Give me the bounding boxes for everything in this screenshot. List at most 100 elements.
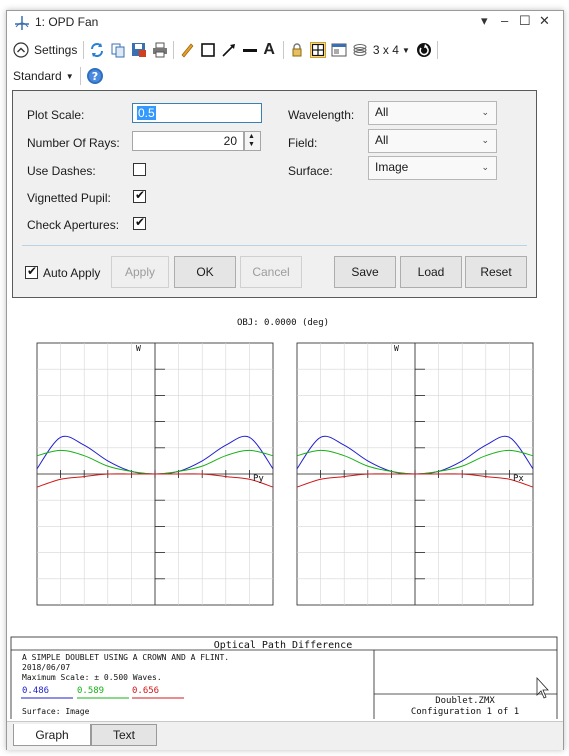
settings-label: Settings: [34, 43, 78, 57]
plot-left: [36, 342, 274, 606]
chevron-up-circle-icon: [13, 42, 29, 58]
settings-panel: Plot Scale: 0.5 Number Of Rays: 20 ▲ ▼ U…: [12, 90, 537, 298]
copy-icon[interactable]: [110, 42, 126, 58]
settings-button[interactable]: Settings: [13, 40, 77, 60]
plot-scale-label: Plot Scale:: [27, 108, 85, 122]
toolbar-separator: [83, 41, 85, 59]
toolbar-separator: [282, 41, 284, 59]
num-rays-value: 20: [223, 134, 237, 148]
info-line-3: Maximum Scale: ± 0.500 Waves.: [22, 673, 162, 682]
graph-area: OBJ: 0.0000 (deg) W W Py Px Optical Path…: [7, 299, 563, 722]
power-refresh-icon[interactable]: [416, 42, 432, 58]
info-line-1: A SIMPLE DOUBLET USING A CROWN AND A FLI…: [22, 653, 229, 662]
toolbar-row-1: Settings A 3 x 4 ▼: [13, 39, 443, 61]
toolbar-row-2: Standard ▼ ?: [13, 65, 109, 87]
wavelength-3: 0.656: [132, 686, 159, 696]
crosshair-app-icon: [15, 16, 29, 30]
stepper-down-icon[interactable]: ▼: [248, 141, 255, 148]
layers-icon[interactable]: [352, 42, 368, 58]
text-tool-icon[interactable]: A: [263, 40, 275, 60]
close-button[interactable]: ✕: [539, 13, 550, 29]
info-box: Optical Path Difference A SIMPLE DOUBLET…: [10, 636, 558, 722]
pencil-icon[interactable]: [179, 42, 195, 58]
crosshair-grid-icon[interactable]: [309, 42, 326, 58]
num-rays-input[interactable]: 20: [132, 131, 244, 151]
check-apertures-label: Check Apertures:: [27, 218, 120, 232]
save-button[interactable]: Save: [334, 256, 396, 288]
load-button[interactable]: Load: [400, 256, 462, 288]
wavelength-label: Wavelength:: [288, 108, 355, 122]
plot-right: [296, 342, 534, 606]
wavelength-2: 0.589: [77, 686, 104, 696]
num-rays-stepper[interactable]: ▲ ▼: [244, 131, 261, 151]
wavelength-select[interactable]: All ⌄: [368, 101, 497, 125]
chevron-down-icon: ⌄: [481, 107, 489, 117]
ok-button[interactable]: OK: [174, 256, 236, 288]
plot-scale-value: 0.5: [137, 106, 156, 120]
checkmark-icon: ✔: [27, 264, 38, 278]
layout-dropdown[interactable]: 3 x 4 ▼: [373, 40, 410, 60]
opd-fan-plot: OBJ: 0.0000 (deg) W W Py Px Optical Path…: [10, 318, 558, 722]
minimize-button[interactable]: –: [501, 13, 508, 28]
reset-button[interactable]: Reset: [465, 256, 527, 288]
line-tool-icon[interactable]: [242, 42, 258, 58]
right-axis-label: W: [394, 344, 399, 353]
window-layout-icon[interactable]: [331, 42, 347, 58]
refresh-icon[interactable]: [89, 42, 105, 58]
chevron-down-icon: ▼: [65, 71, 74, 81]
wavelength-1: 0.486: [22, 686, 49, 696]
save-image-icon[interactable]: [131, 42, 147, 58]
tab-text[interactable]: Text: [91, 724, 157, 746]
check-apertures-checkbox[interactable]: ✔: [133, 215, 146, 230]
vignetted-pupil-label: Vignetted Pupil:: [27, 191, 111, 205]
lock-icon[interactable]: [289, 42, 305, 58]
arrow-tool-icon[interactable]: [221, 42, 237, 58]
toolbar-separator: [79, 67, 81, 85]
toolbar-separator: [436, 41, 438, 59]
help-icon[interactable]: ?: [86, 67, 104, 85]
toolbar-separator: [173, 41, 175, 59]
cancel-button[interactable]: Cancel: [240, 256, 302, 288]
wavelength-value: All: [375, 105, 389, 119]
plot-scale-input[interactable]: 0.5: [132, 103, 262, 123]
num-rays-label: Number Of Rays:: [27, 136, 120, 150]
info-config: Configuration 1 of 1: [411, 707, 519, 717]
view-tabs: Graph Text: [7, 721, 563, 750]
field-select[interactable]: All ⌄: [368, 129, 497, 153]
surface-label: Surface:: [288, 164, 333, 178]
maximize-button[interactable]: ☐: [519, 13, 531, 29]
left-x-label: Py: [253, 474, 264, 484]
window-title: 1: OPD Fan: [35, 15, 99, 29]
chevron-down-icon: ▼: [401, 45, 410, 55]
field-value: All: [375, 133, 389, 147]
info-file: Doublet.ZMX: [435, 696, 495, 706]
surface-value: Image: [375, 160, 409, 174]
opd-fan-window: 1: OPD Fan ▾ – ☐ ✕ Settings A 3 x 4 ▼ St…: [6, 10, 564, 750]
layout-label: 3 x 4: [372, 43, 399, 57]
auto-apply-label[interactable]: Auto Apply: [43, 266, 100, 280]
apply-button[interactable]: Apply: [111, 256, 169, 288]
rectangle-tool-icon[interactable]: [200, 42, 216, 58]
vignetted-pupil-checkbox[interactable]: ✔: [133, 188, 146, 203]
panel-divider: [22, 245, 527, 246]
standard-dropdown[interactable]: Standard ▼: [13, 66, 74, 86]
use-dashes-checkbox[interactable]: [133, 163, 146, 176]
auto-apply-checkbox[interactable]: ✔: [25, 264, 38, 279]
info-line-2: 2018/06/07: [22, 663, 70, 672]
obj-label: OBJ: 0.0000 (deg): [237, 318, 329, 328]
print-icon[interactable]: [152, 42, 168, 58]
tab-graph[interactable]: Graph: [13, 724, 91, 746]
checkmark-icon: ✔: [135, 188, 146, 202]
title-bar[interactable]: 1: OPD Fan ▾ – ☐ ✕: [7, 11, 563, 35]
right-x-label: Px: [513, 474, 524, 484]
info-title: Optical Path Difference: [214, 640, 352, 651]
stepper-up-icon[interactable]: ▲: [248, 133, 255, 140]
window-menu-button[interactable]: ▾: [481, 13, 488, 29]
use-dashes-label: Use Dashes:: [27, 164, 96, 178]
field-label: Field:: [288, 136, 318, 150]
toolbar: Settings A 3 x 4 ▼ Standard ▼ ?: [7, 37, 563, 89]
chevron-down-icon: ⌄: [481, 162, 489, 172]
surface-select[interactable]: Image ⌄: [368, 156, 497, 180]
left-axis-label: W: [136, 344, 141, 353]
standard-label: Standard: [13, 69, 62, 83]
